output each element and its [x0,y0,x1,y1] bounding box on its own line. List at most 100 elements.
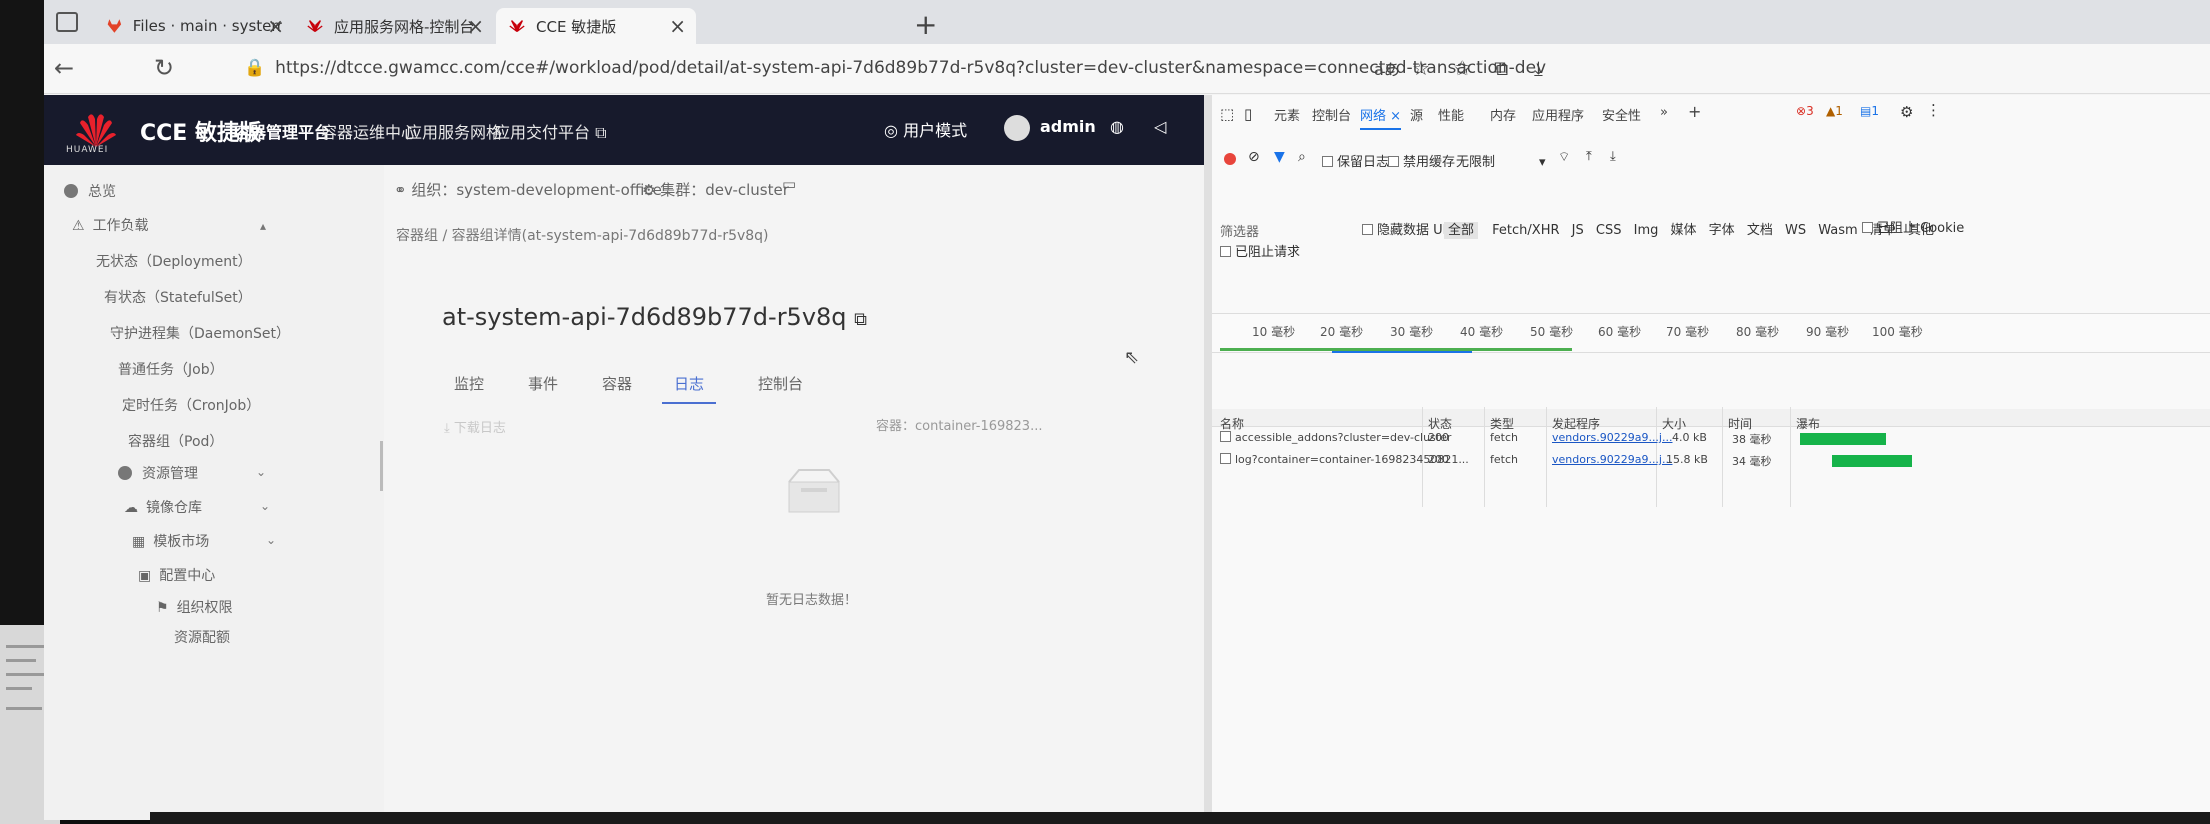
sidebar-item-cronjob[interactable]: 定时任务（CronJob） [122,395,260,415]
disable-cache-checkbox[interactable]: 禁用缓存 [1388,151,1455,170]
filter-img[interactable]: Img [1634,223,1659,238]
column-type[interactable]: 类型 [1490,415,1514,432]
filter-icon[interactable]: ▼ [1274,149,1285,165]
sidebar-item-daemonset[interactable]: 守护进程集（DaemonSet） [110,323,290,343]
filter-js[interactable]: JS [1572,223,1584,238]
nav-service-mesh[interactable]: 应用服务网格 [406,119,502,143]
throttle-select[interactable]: 无限制 ▾ [1456,151,1546,170]
column-size[interactable]: 大小 [1662,415,1686,432]
sidebar-item-config[interactable]: ▣ 配置中心 [138,565,215,585]
close-icon[interactable]: × [1390,109,1401,124]
cluster-selector[interactable]: ⚙ 集群：dev-cluster [642,179,789,200]
username[interactable]: admin [1040,117,1096,136]
devtools-tab-performance[interactable]: 性能 [1438,105,1464,124]
chevron-down-icon[interactable]: ⌄ [256,465,266,479]
window-menu-icon[interactable] [56,12,78,32]
back-icon[interactable]: ← [54,54,74,82]
sidebar-item-registry[interactable]: ☁ 镜像仓库 [124,497,202,517]
chevron-down-icon[interactable]: ⌄ [266,533,276,547]
table-row[interactable]: accessible_addons?cluster=dev-cluster 20… [1212,431,2210,449]
nav-delivery-platform[interactable]: 应用交付平台 ⧉ [494,119,607,143]
more-options-icon[interactable]: ⋮ [1926,101,1941,119]
sidebar-item-templates[interactable]: ▦ 模板市场 [132,531,209,551]
favorites-icon[interactable]: ✩ [1454,56,1471,80]
sidebar-item-overview[interactable]: 总览 [64,181,116,201]
sidebar-item-org-permissions[interactable]: ⚑ 组织权限 [156,597,233,617]
filter-font[interactable]: 字体 [1709,223,1735,238]
clear-icon[interactable]: ⊘ [1248,149,1260,165]
tab-console[interactable]: 控制台 [758,373,803,394]
blocked-cookies-checkbox[interactable]: 已阻止 Cookie [1862,217,1964,236]
column-time[interactable]: 时间 [1728,415,1752,432]
warning-count-badge[interactable]: ▲1 [1822,103,1847,119]
browser-tab-mesh[interactable]: 应用服务网格-控制台 × [294,8,494,44]
error-count-badge[interactable]: ⊗3 [1792,103,1818,119]
filter-media[interactable]: 媒体 [1671,223,1697,238]
devtools-tab-console[interactable]: 控制台 [1312,105,1351,124]
record-icon[interactable] [1224,153,1236,165]
sidebar-item-statefulset[interactable]: 有状态（StatefulSet） [104,287,252,307]
blocked-requests-checkbox[interactable]: 已阻止请求 [1220,241,1300,260]
notification-icon[interactable]: ◁ [1154,117,1166,136]
sidebar-item-pod[interactable]: 容器组（Pod） [128,431,223,451]
close-tab-icon[interactable]: × [467,14,484,38]
download-logs-button[interactable]: ⤓ 下载日志 [444,417,506,436]
export-har-icon[interactable]: ⤓ [1610,149,1616,164]
tab-events[interactable]: 事件 [528,373,558,394]
devtools-tab-memory[interactable]: 内存 [1490,105,1516,124]
sidebar-item-quota[interactable]: 资源配额 [174,627,230,647]
table-row[interactable]: log?container=container-169823450821... … [1212,453,2210,471]
filter-fetch-xhr[interactable]: Fetch/XHR [1492,223,1559,238]
nav-ops-center[interactable]: 容器运维中心 [321,119,417,143]
filter-ws[interactable]: WS [1785,223,1806,238]
tab-logs[interactable]: 日志 [662,373,717,404]
filter-input[interactable]: 筛选器 [1220,221,1259,240]
import-har-icon[interactable]: ⤒ [1586,149,1592,164]
devtools-tab-network[interactable]: 网络 × [1360,105,1402,130]
devtools-tab-security[interactable]: 安全性 [1602,105,1641,124]
download-icon[interactable]: ⤓ [1534,56,1543,80]
more-tabs-icon[interactable]: » [1660,105,1668,120]
devtools-tab-elements[interactable]: 元素 [1274,105,1300,124]
browser-tab-cce[interactable]: CCE 敏捷版 × [496,8,696,44]
sidebar-item-workloads[interactable]: ⚠ 工作负载 [72,215,149,235]
request-initiator-link[interactable]: vendors.90229a9...j... [1552,431,1672,444]
sidebar-item-resources[interactable]: 资源管理 [118,463,198,483]
chevron-down-icon[interactable]: ⌄ [260,499,270,513]
network-conditions-icon[interactable]: ⌔ [1558,149,1570,165]
preserve-log-checkbox[interactable]: 保留日志 [1322,151,1389,170]
column-waterfall[interactable]: 瀑布 [1796,415,1820,432]
nav-container-platform[interactable]: 容器管理平台 [234,119,330,143]
tab-monitoring[interactable]: 监控 [454,373,484,394]
new-tab-icon[interactable]: + [914,8,937,41]
filter-css[interactable]: CSS [1596,223,1622,238]
devtools-splitter[interactable] [1204,95,1212,820]
filter-all[interactable]: 全部 [1444,222,1479,239]
devtools-tab-application[interactable]: 应用程序 [1532,105,1584,124]
column-status[interactable]: 状态 [1428,415,1452,432]
filter-doc[interactable]: 文档 [1747,223,1773,238]
chevron-up-icon[interactable]: ▴ [260,219,266,233]
container-select[interactable]: 容器：container-169823... [876,415,1042,434]
close-tab-icon[interactable]: × [267,14,284,38]
info-count-badge[interactable]: ▤1 [1856,103,1883,119]
read-aloud-icon[interactable]: aあ [1374,56,1400,80]
device-toolbar-icon[interactable]: ▯ [1244,105,1252,123]
browser-tab-gitlab[interactable]: Files · main · system-developme... × [94,8,294,44]
sidebar-item-deployment[interactable]: 无状态（Deployment） [96,251,252,271]
collections-icon[interactable]: ⧉ [1494,56,1508,80]
calendar-icon[interactable]: ▭ [782,175,796,193]
request-initiator-link[interactable]: vendors.90229a9...j... [1552,453,1672,466]
search-icon[interactable]: ⌕ [1298,149,1306,165]
filter-wasm[interactable]: Wasm [1818,223,1857,238]
url-field[interactable]: 🔒 https://dtcce.gwamcc.com/cce#/workload/… [244,58,1546,78]
avatar[interactable] [1004,115,1030,141]
close-tab-icon[interactable]: × [669,14,686,38]
reload-icon[interactable]: ↻ [154,54,174,82]
add-tab-icon[interactable]: + [1688,102,1701,121]
sidebar-item-job[interactable]: 普通任务（Job） [118,359,224,379]
column-name[interactable]: 名称 [1220,415,1244,432]
sidebar-scrollbar[interactable] [380,441,383,491]
user-mode-toggle[interactable]: ◎ 用户模式 [884,117,967,141]
column-initiator[interactable]: 发起程序 [1552,415,1600,432]
